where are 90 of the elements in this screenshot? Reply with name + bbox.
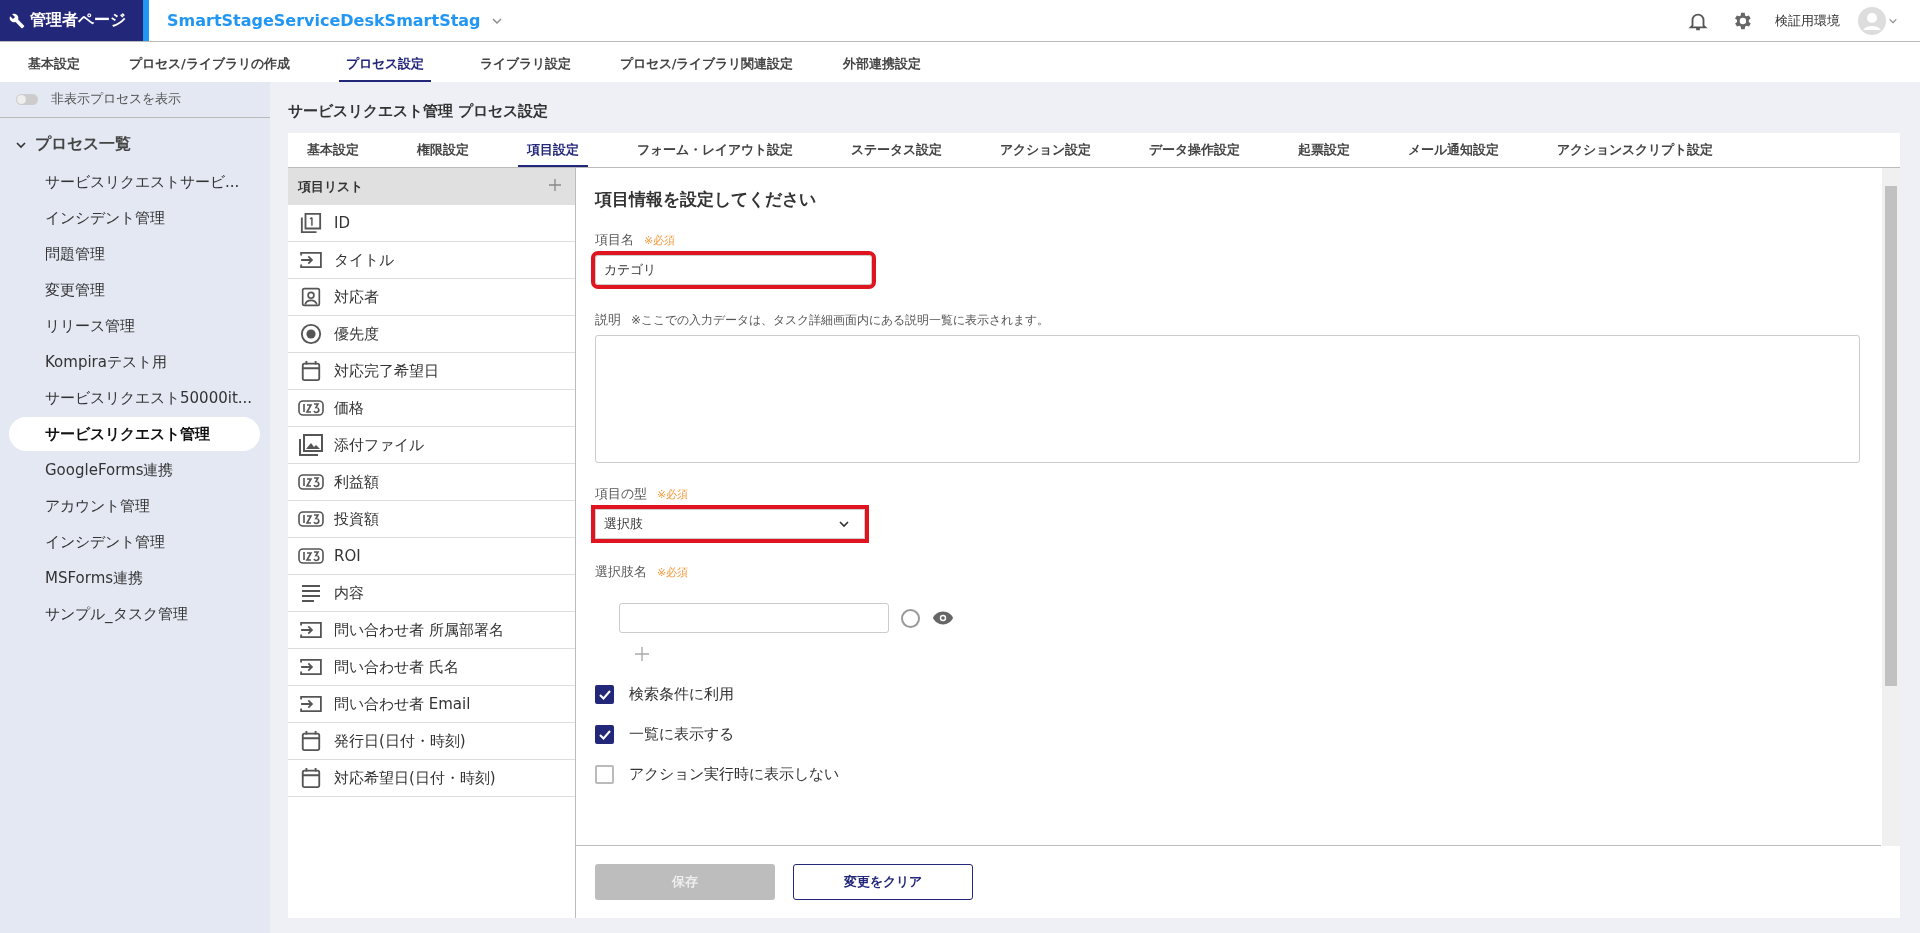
field-list-item[interactable]: ROI — [288, 538, 575, 575]
input-arrow-icon — [298, 658, 324, 676]
field-list-item[interactable]: タイトル — [288, 242, 575, 279]
field-list-item[interactable]: 発行日(日付・時刻) — [288, 723, 575, 760]
nav-tab[interactable]: プロセス設定 — [338, 55, 431, 82]
sidebar-item[interactable]: アカウント管理 — [9, 489, 260, 523]
clear-changes-button[interactable]: 変更をクリア — [793, 864, 973, 900]
field-list-item[interactable]: 内容 — [288, 575, 575, 612]
number-icon — [298, 400, 324, 416]
add-option-icon[interactable] — [635, 647, 649, 664]
scrollbar[interactable] — [1882, 168, 1900, 846]
number-icon — [298, 474, 324, 490]
checkbox-label: 一覧に表示する — [629, 725, 734, 744]
field-list-item[interactable]: 優先度 — [288, 316, 575, 353]
field-list-item[interactable]: 利益額 — [288, 464, 575, 501]
sidebar-item[interactable]: 変更管理 — [9, 273, 260, 307]
settings-tab[interactable]: 基本設定 — [298, 141, 368, 167]
field-list-item[interactable]: 投資額 — [288, 501, 575, 538]
toggle-label: 非表示プロセスを表示 — [51, 90, 181, 108]
field-label: 選択肢名 — [595, 563, 647, 581]
settings-tab[interactable]: ステータス設定 — [842, 141, 951, 167]
eye-icon[interactable] — [932, 610, 954, 626]
checkbox[interactable] — [595, 725, 614, 744]
description-field[interactable] — [595, 335, 1860, 463]
item-list-title: 項目リスト — [298, 177, 363, 196]
checkbox-label: アクション実行時に表示しない — [629, 765, 839, 784]
required-note: ※必須 — [644, 233, 676, 248]
settings-tab[interactable]: アクション設定 — [991, 141, 1100, 167]
chevron-down-icon — [838, 518, 850, 530]
settings-tab[interactable]: 権限設定 — [408, 141, 478, 167]
radio-icon — [298, 323, 324, 345]
number-icon — [298, 548, 324, 564]
option-name-field[interactable] — [619, 603, 889, 633]
number-icon — [298, 511, 324, 527]
field-label: 項目名 — [595, 231, 634, 249]
field-list-item[interactable]: 対応完了希望日 — [288, 353, 575, 390]
numbered-page-icon — [298, 212, 324, 234]
checkbox[interactable] — [595, 685, 614, 704]
sidebar-item[interactable]: サービスリクエストサービ... — [9, 165, 260, 199]
field-label: 説明 — [595, 311, 621, 329]
field-list-item[interactable]: 価格 — [288, 390, 575, 427]
avatar-icon — [1858, 6, 1886, 35]
sidebar-item[interactable]: サービスリクエスト50000it... — [9, 381, 260, 415]
field-list-item[interactable]: 対応希望日(日付・時刻) — [288, 760, 575, 797]
input-arrow-icon — [298, 621, 324, 639]
nav-tab[interactable]: 基本設定 — [28, 55, 80, 82]
process-list-header[interactable]: プロセス一覧 — [0, 118, 270, 165]
field-list-item[interactable]: 添付ファイル — [288, 427, 575, 464]
scrollbar-thumb[interactable] — [1885, 186, 1897, 686]
settings-tab[interactable]: フォーム・レイアウト設定 — [628, 141, 802, 167]
sidebar-item[interactable]: インシデント管理 — [9, 201, 260, 235]
field-list-item[interactable]: 対応者 — [288, 279, 575, 316]
form-heading: 項目情報を設定してください — [595, 188, 816, 211]
field-list-item[interactable]: 問い合わせ者 氏名 — [288, 649, 575, 686]
field-label: 項目の型 — [595, 485, 647, 503]
required-note: ※必須 — [657, 565, 689, 580]
field-list-item[interactable]: 問い合わせ者 Email — [288, 686, 575, 723]
admin-page-badge[interactable]: 管理者ページ — [0, 0, 143, 41]
nav-tab[interactable]: プロセス/ライブラリの作成 — [129, 55, 290, 82]
input-arrow-icon — [298, 251, 324, 269]
settings-tab[interactable]: アクションスクリプト設定 — [1548, 141, 1722, 167]
nav-tab[interactable]: ライブラリ設定 — [479, 55, 571, 82]
settings-tab[interactable]: 起票設定 — [1289, 141, 1359, 167]
add-icon[interactable] — [549, 179, 561, 194]
nav-tab[interactable]: プロセス/ライブラリ関連設定 — [619, 55, 794, 82]
sidebar-item[interactable]: サンプル_タスク管理 — [9, 597, 260, 631]
nav-tab[interactable]: 外部連携設定 — [842, 55, 921, 82]
user-menu[interactable] — [1858, 6, 1898, 35]
sidebar-item[interactable]: 問題管理 — [9, 237, 260, 271]
sidebar-item[interactable]: サービスリクエスト管理 — [9, 417, 260, 451]
field-list-item[interactable]: ID — [288, 205, 575, 242]
sidebar-item[interactable]: リリース管理 — [9, 309, 260, 343]
environment-label: 検証用環境 — [1775, 11, 1840, 30]
sidebar-item[interactable]: インシデント管理 — [9, 525, 260, 559]
settings-tab[interactable]: データ操作設定 — [1140, 141, 1249, 167]
checkbox[interactable] — [595, 765, 614, 784]
images-icon — [298, 434, 324, 456]
description-note: ※ここでの入力データは、タスク詳細画面内にある説明一覧に表示されます。 — [631, 312, 1050, 329]
required-note: ※必須 — [657, 487, 689, 502]
circle-icon[interactable] — [901, 608, 920, 628]
page-title: サービスリクエスト管理 プロセス設定 — [288, 102, 550, 121]
settings-tab[interactable]: メール通知設定 — [1399, 141, 1508, 167]
wrench-icon — [9, 12, 25, 29]
sidebar-item[interactable]: Kompiraテスト用 — [9, 345, 260, 379]
sidebar-item[interactable]: MSForms連携 — [9, 561, 260, 595]
input-arrow-icon — [298, 695, 324, 713]
field-list-item[interactable]: 問い合わせ者 所属部署名 — [288, 612, 575, 649]
checkbox-label: 検索条件に利用 — [629, 685, 734, 704]
toggle-switch[interactable] — [16, 93, 38, 105]
sidebar-item[interactable]: GoogleForms連携 — [9, 453, 260, 487]
